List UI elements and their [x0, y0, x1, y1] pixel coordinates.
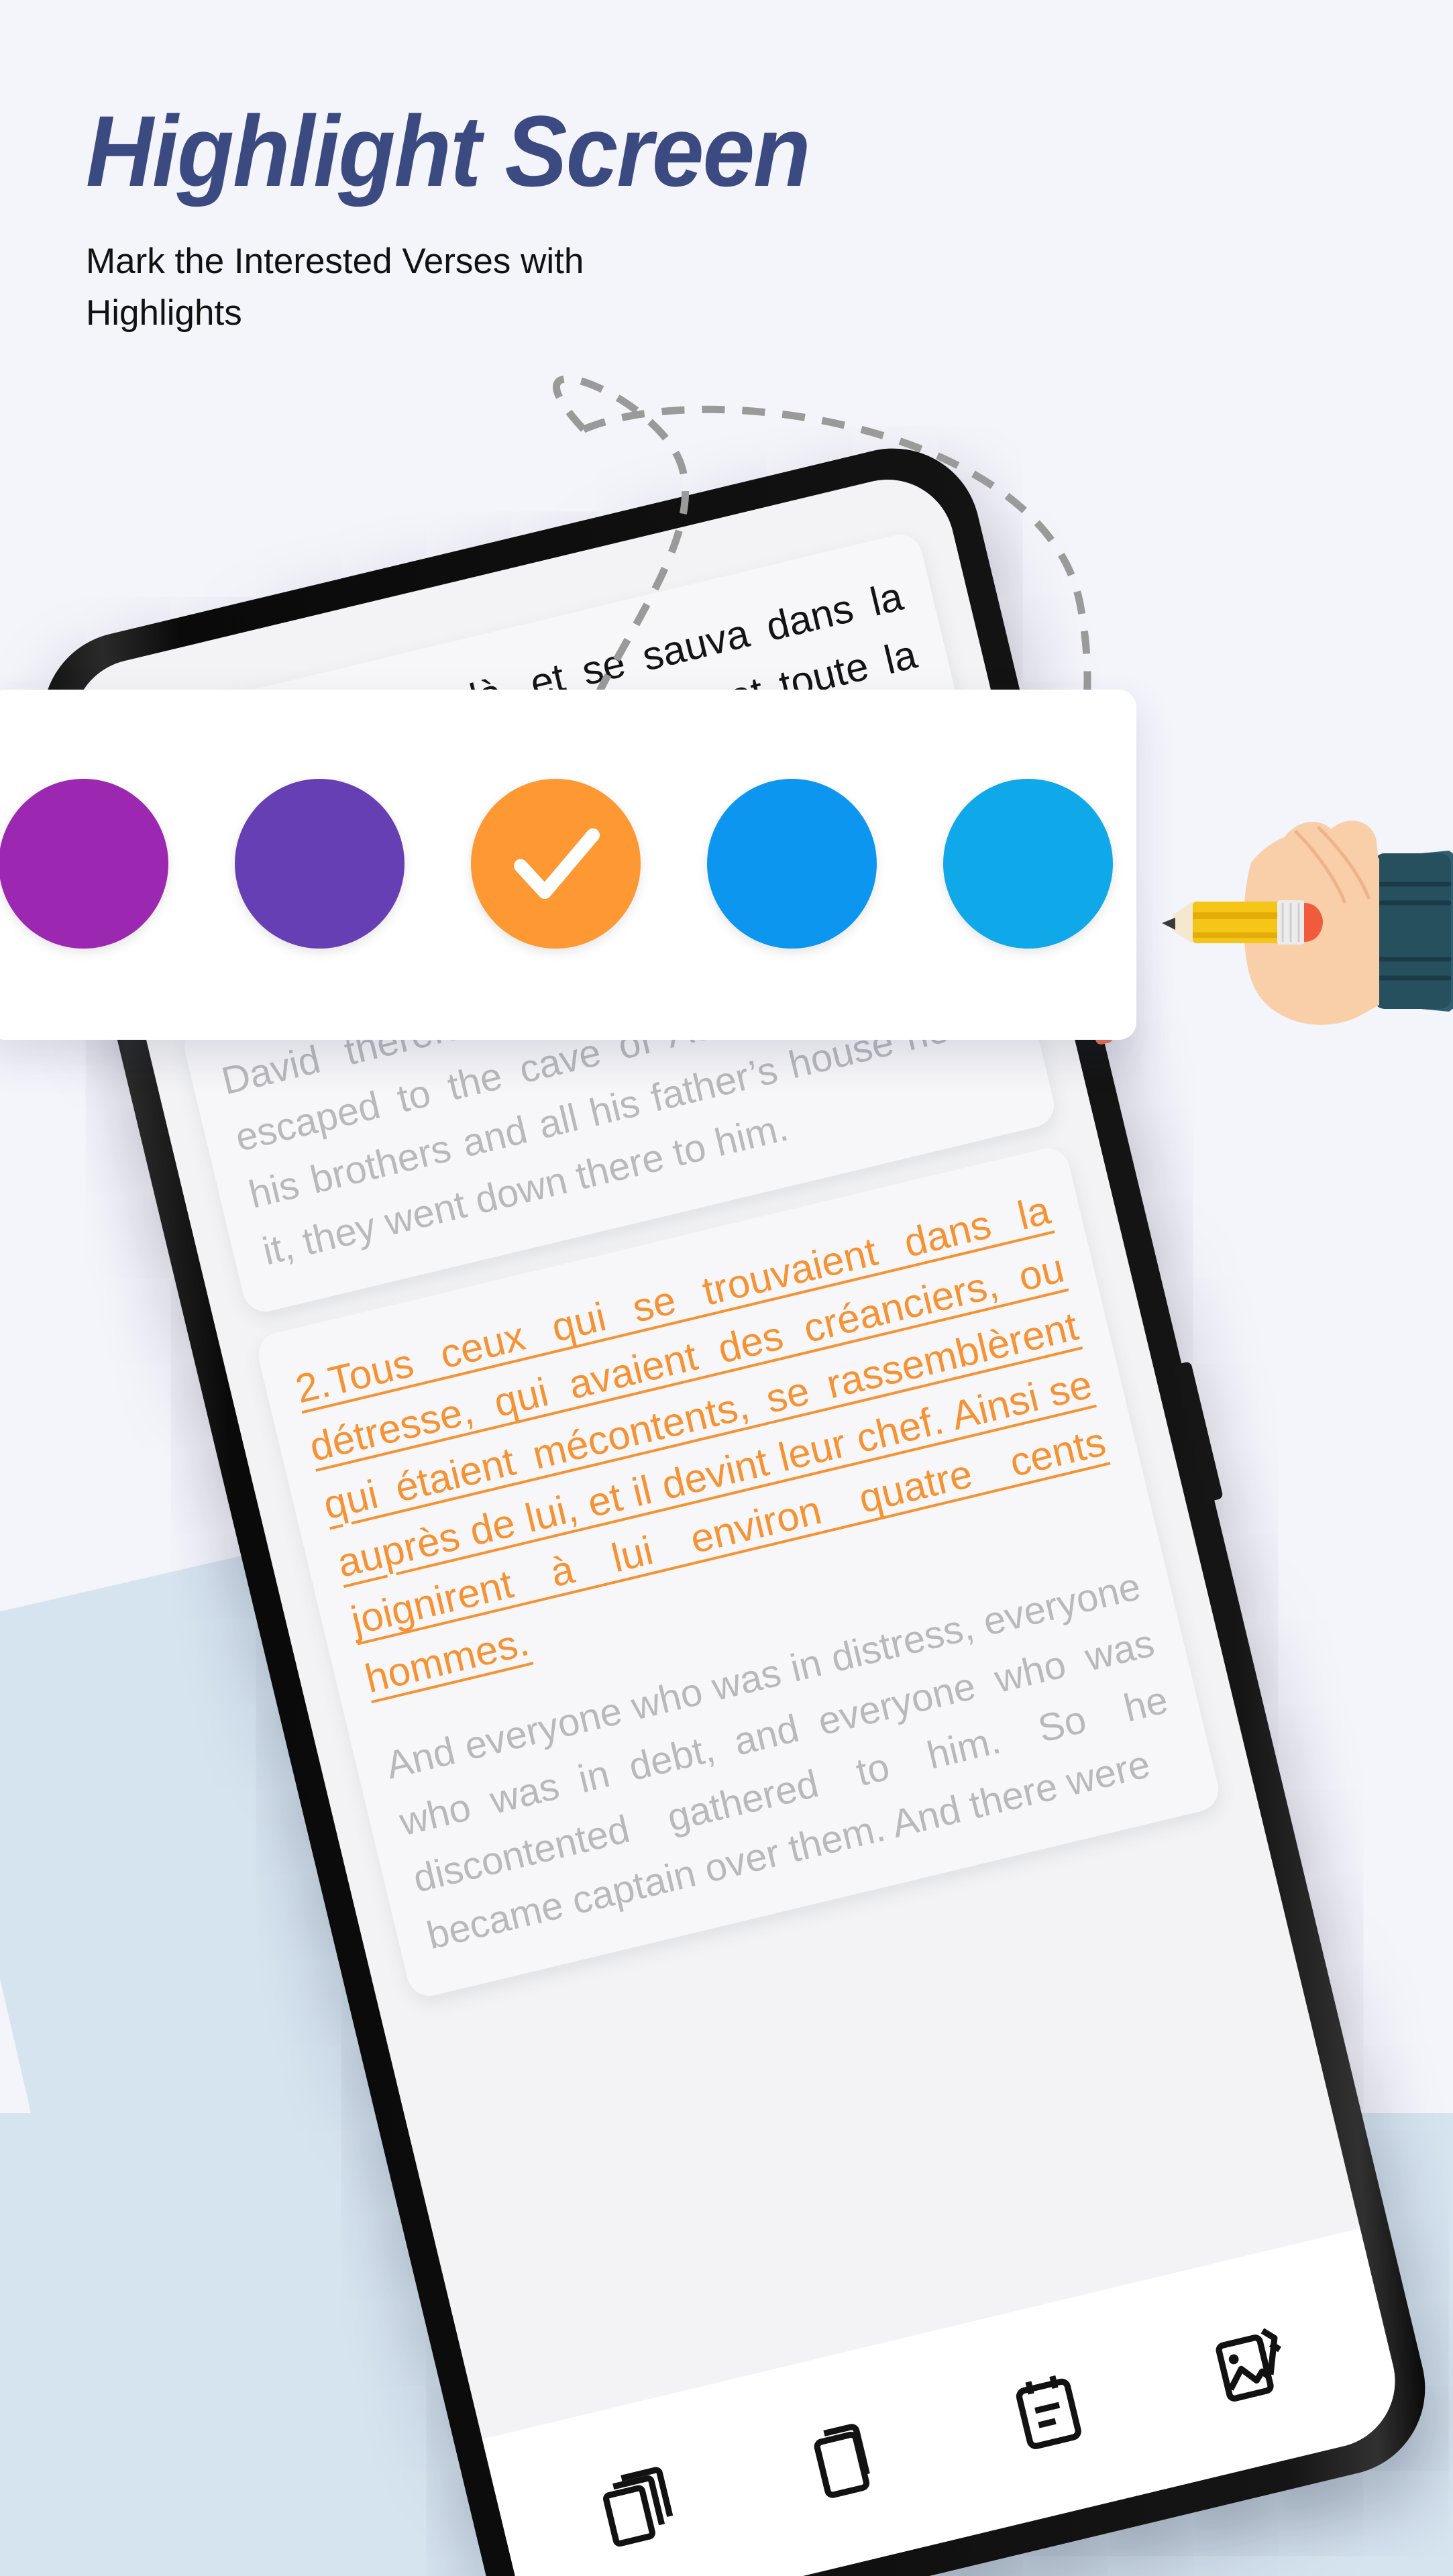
swatch-magenta[interactable]	[0, 779, 168, 949]
bottom-navigation-bar	[482, 2228, 1409, 2576]
page-subtitle-line-1: Mark the Interested Verses with	[86, 241, 584, 281]
page-title: Highlight Screen	[86, 95, 810, 207]
notes-icon[interactable]	[1000, 2363, 1095, 2458]
swatch-blue[interactable]	[707, 779, 877, 949]
swatch-cyan[interactable]	[943, 779, 1113, 949]
header: Highlight Screen Mark the Interested Ver…	[86, 101, 1293, 339]
page-subtitle: Mark the Interested Verses with Highligh…	[86, 236, 790, 339]
page-subtitle-line-2: Highlights	[86, 292, 242, 333]
page-icon[interactable]	[796, 2412, 891, 2507]
check-icon	[471, 779, 641, 949]
books-icon[interactable]	[591, 2461, 686, 2556]
app-store-screenshot: Highlight Screen Mark the Interested Ver…	[0, 0, 1453, 2576]
highlight-color-picker[interactable]	[0, 690, 1136, 1040]
gallery-icon[interactable]	[1205, 2314, 1300, 2409]
volume-button[interactable]	[1173, 1361, 1224, 1503]
swatch-orange[interactable]	[471, 779, 641, 949]
hand-holding-pencil-icon	[1114, 784, 1453, 1052]
swatch-violet[interactable]	[235, 779, 405, 949]
